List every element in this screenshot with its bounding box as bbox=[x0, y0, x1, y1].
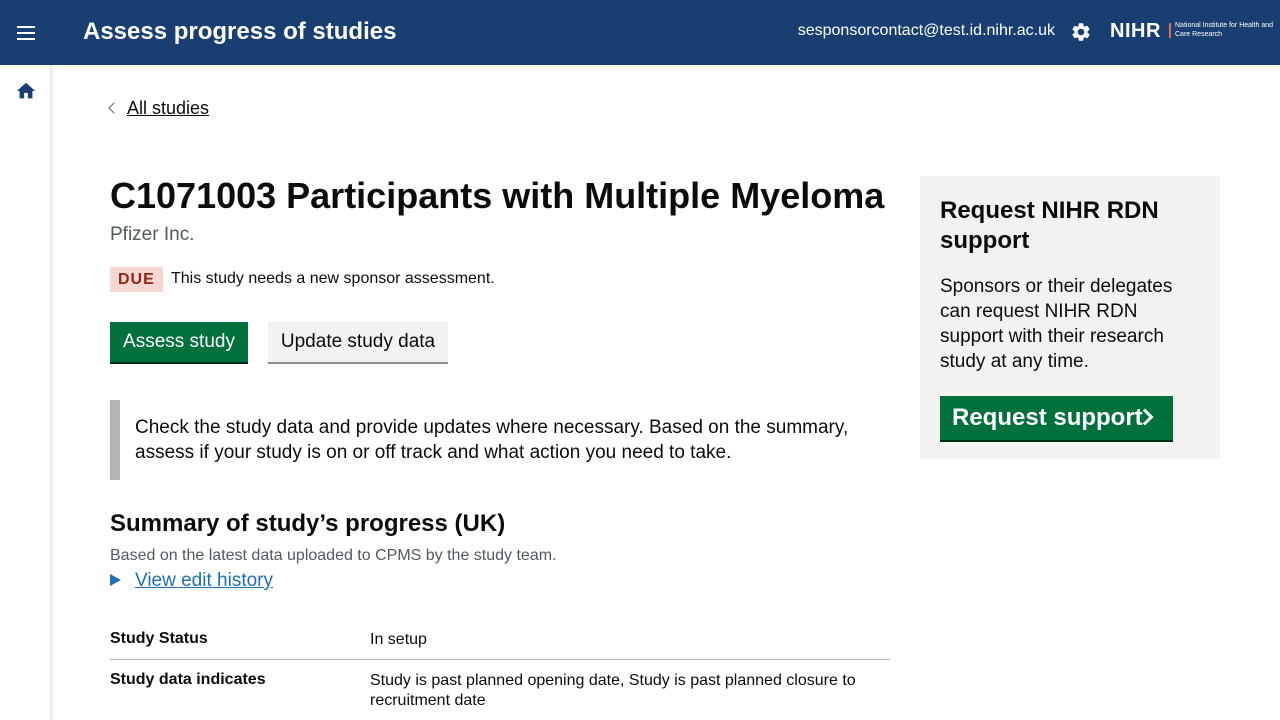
summary-heading: Summary of study’s progress (UK) bbox=[110, 510, 506, 537]
request-support-button[interactable]: Request support bbox=[940, 396, 1173, 440]
nihr-logo: NIHR National Institute for Health and C… bbox=[1110, 20, 1273, 44]
summary-row-value: In setup bbox=[370, 631, 427, 648]
summary-row-key: Study data indicates bbox=[110, 671, 266, 688]
triangle-right-icon bbox=[110, 574, 121, 586]
back-link[interactable]: All studies bbox=[108, 98, 209, 119]
study-title: C1071003 Participants with Multiple Myel… bbox=[110, 175, 885, 216]
view-edit-history-toggle[interactable]: View edit history bbox=[110, 570, 273, 592]
menu-icon[interactable] bbox=[16, 22, 38, 42]
summary-row-value: Study is past planned opening date, Stud… bbox=[370, 672, 856, 709]
status-tag: DUE bbox=[110, 267, 163, 292]
summary-subtext: Based on the latest data uploaded to CPM… bbox=[110, 547, 557, 564]
logo-subtitle: National Institute for Health and Care R… bbox=[1175, 22, 1274, 38]
home-icon[interactable] bbox=[15, 80, 37, 102]
request-support-body: Sponsors or their delegates can request … bbox=[940, 276, 1173, 372]
sidebar bbox=[0, 65, 51, 720]
summary-row-key: Study Status bbox=[110, 630, 208, 647]
request-support-label[interactable]: Request support bbox=[952, 404, 1143, 431]
chevron-left-icon bbox=[108, 102, 120, 114]
request-support-heading: Request NIHR RDN support bbox=[940, 197, 1159, 254]
request-support-panel: Request NIHR RDN support Sponsors or the… bbox=[920, 176, 1220, 459]
user-email: sesponsorcontact@test.id.nihr.ac.uk bbox=[797, 22, 1055, 39]
view-edit-history-label[interactable]: View edit history bbox=[135, 570, 273, 591]
logo-wordmark: NIHR bbox=[1110, 20, 1161, 42]
assess-study-button[interactable]: Assess study bbox=[110, 322, 248, 362]
sponsor-name: Pfizer Inc. bbox=[110, 224, 195, 245]
back-link-label[interactable]: All studies bbox=[127, 98, 209, 118]
inset-text: Check the study data and provide updates… bbox=[110, 400, 890, 480]
gear-icon[interactable] bbox=[1070, 21, 1092, 43]
summary-row: Study Status In setup bbox=[110, 628, 890, 660]
logo-divider bbox=[1169, 23, 1171, 38]
top-header: Assess progress of studies sesponsorcont… bbox=[0, 0, 1280, 65]
app-title: Assess progress of studies bbox=[83, 18, 397, 45]
update-study-data-button[interactable]: Update study data bbox=[268, 322, 448, 362]
summary-row: Study data indicates Study is past plann… bbox=[110, 669, 890, 719]
status-tag-text: This study needs a new sponsor assessmen… bbox=[171, 270, 495, 287]
